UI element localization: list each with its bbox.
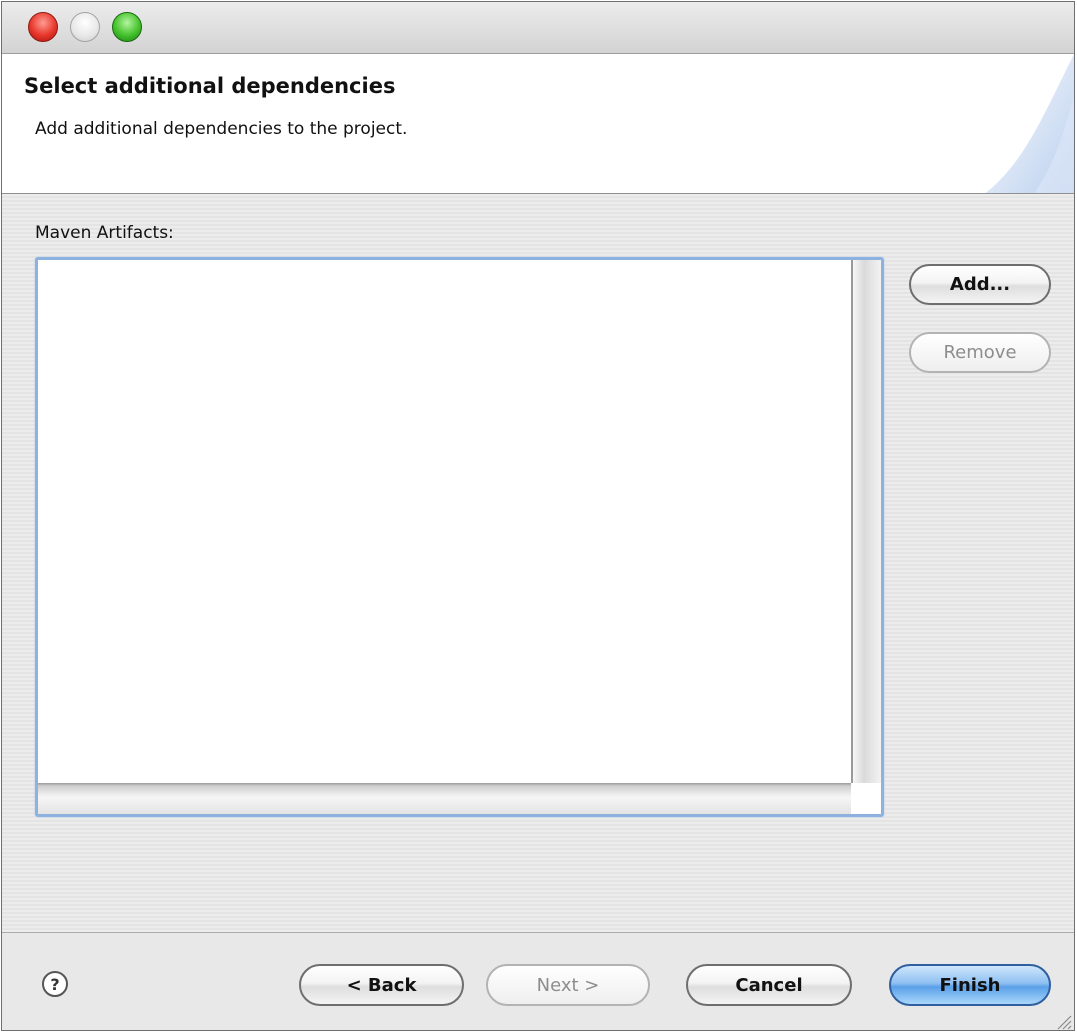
add-button[interactable]: Add... <box>909 264 1051 305</box>
button-bar: ? < Back Next > Cancel Finish <box>2 932 1074 1030</box>
maven-artifacts-label: Maven Artifacts: <box>35 223 174 243</box>
remove-button[interactable]: Remove <box>909 332 1051 373</box>
next-button[interactable]: Next > <box>486 964 650 1006</box>
page-title: Select additional dependencies <box>24 74 396 98</box>
help-icon[interactable]: ? <box>42 971 68 997</box>
horizontal-scrollbar[interactable] <box>38 783 851 814</box>
zoom-icon[interactable] <box>112 12 142 42</box>
wizard-content: Maven Artifacts: Add... Remove <box>2 194 1074 932</box>
scrollbar-corner <box>851 783 881 814</box>
close-icon[interactable] <box>28 12 58 42</box>
title-bar[interactable] <box>2 2 1074 54</box>
cancel-button[interactable]: Cancel <box>686 964 852 1006</box>
back-button[interactable]: < Back <box>299 964 464 1006</box>
resize-grip-icon[interactable] <box>1052 1010 1072 1030</box>
header-swoosh-graphic <box>985 54 1074 193</box>
vertical-scrollbar[interactable] <box>851 260 881 783</box>
finish-button[interactable]: Finish <box>889 964 1051 1006</box>
maven-artifacts-list[interactable] <box>35 257 884 817</box>
wizard-window: Select additional dependencies Add addit… <box>1 1 1075 1031</box>
wizard-header: Select additional dependencies Add addit… <box>2 54 1074 194</box>
minimize-icon[interactable] <box>70 12 100 42</box>
page-description: Add additional dependencies to the proje… <box>35 119 408 139</box>
